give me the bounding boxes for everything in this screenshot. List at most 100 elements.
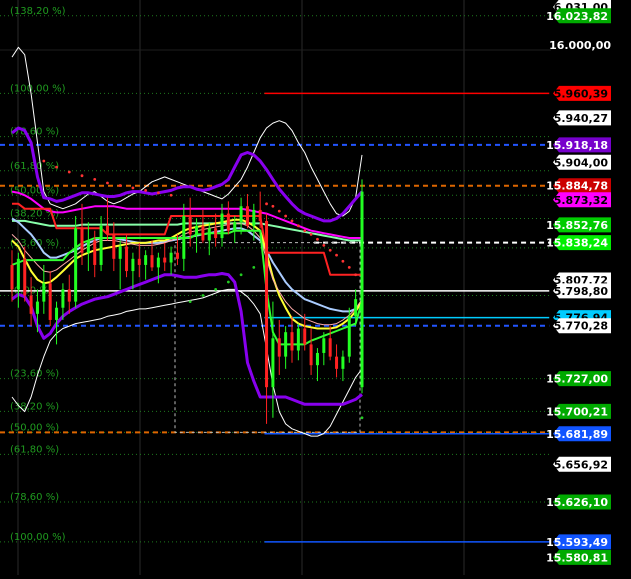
price-tag-label: 15.681,89 bbox=[546, 428, 608, 441]
sar-dot bbox=[265, 202, 268, 206]
candle-body bbox=[35, 301, 39, 314]
sar-dot bbox=[328, 248, 332, 252]
candle-body bbox=[207, 228, 211, 241]
candle-body bbox=[245, 206, 249, 226]
candle-body bbox=[214, 228, 218, 239]
price-tag-label: 15.873,32 bbox=[546, 194, 608, 207]
sar-dot bbox=[55, 165, 58, 169]
sar-dot bbox=[188, 300, 192, 304]
fib-label: (100,00 %) bbox=[10, 83, 66, 94]
candle-body bbox=[42, 283, 46, 302]
candle-body bbox=[105, 225, 109, 235]
price-tag-label: 15.700,21 bbox=[546, 405, 608, 418]
sar-dot bbox=[131, 186, 135, 190]
sar-dot bbox=[118, 184, 122, 187]
candle-body bbox=[258, 209, 262, 221]
fib-label: (38,20 %) bbox=[10, 401, 59, 412]
price-tag-label: 15.838,24 bbox=[546, 237, 608, 250]
sar-dot bbox=[303, 229, 307, 233]
price-tag-label: 15.656,92 bbox=[546, 458, 608, 471]
sar-dot bbox=[354, 273, 358, 277]
candle-body bbox=[150, 255, 154, 268]
candle-body bbox=[10, 264, 14, 290]
price-tag-label: 15.940,27 bbox=[546, 112, 608, 125]
candle-body bbox=[201, 225, 205, 241]
price-tag-label: 15.727,00 bbox=[546, 373, 608, 386]
sar-dot bbox=[239, 273, 243, 277]
candle-body bbox=[277, 338, 281, 357]
price-tag-label: 15.593,49 bbox=[546, 536, 608, 549]
sar-dot bbox=[296, 224, 300, 228]
fib-label: (61,80 %) bbox=[10, 444, 59, 455]
candle-body bbox=[296, 328, 300, 351]
candle-body bbox=[188, 216, 192, 235]
price-tag-label: 15.904,00 bbox=[546, 156, 608, 169]
candle-body bbox=[309, 344, 313, 366]
sar-dot bbox=[106, 181, 109, 185]
sar-dot bbox=[252, 265, 256, 269]
candle-body bbox=[271, 338, 275, 388]
candle-body bbox=[290, 332, 294, 351]
candle-body bbox=[99, 225, 103, 265]
candle-body bbox=[61, 289, 65, 308]
candle-body bbox=[195, 225, 199, 235]
candle-body bbox=[67, 289, 71, 302]
candle-body bbox=[175, 252, 179, 259]
candle-body bbox=[86, 240, 90, 253]
fib-label: (78,60 %) bbox=[10, 492, 59, 503]
price-tag-label: 15.884,78 bbox=[546, 180, 608, 193]
price-tag-label: 15.852,76 bbox=[546, 219, 608, 232]
candle-body bbox=[16, 258, 20, 290]
candle-body bbox=[80, 228, 84, 253]
sar-dot bbox=[360, 416, 364, 420]
candle-body bbox=[303, 328, 307, 345]
axis-tick-label: 16.000,00 bbox=[549, 39, 611, 52]
candle-body bbox=[163, 257, 167, 263]
fib-label: (138,20 %) bbox=[10, 6, 66, 17]
sar-dot bbox=[341, 259, 345, 263]
candle-body bbox=[347, 316, 351, 357]
sar-dot bbox=[309, 232, 313, 236]
candle-body bbox=[23, 258, 27, 296]
price-tag-label: 15.580,81 bbox=[546, 551, 608, 564]
candle-body bbox=[74, 228, 78, 302]
candle-body bbox=[125, 246, 129, 272]
sar-dot bbox=[322, 243, 326, 247]
sar-dot bbox=[93, 177, 97, 181]
fib-label: (50,00 %) bbox=[10, 185, 59, 196]
price-axis: 16.000,0016.031,0016.023,8215.960,3915.9… bbox=[546, 0, 631, 575]
candle-body bbox=[265, 220, 269, 388]
sar-dot bbox=[169, 193, 173, 197]
fib-label: (50,00 %) bbox=[10, 422, 59, 433]
candle-body bbox=[252, 209, 256, 226]
candle-body bbox=[131, 258, 135, 272]
candle-body bbox=[360, 191, 364, 388]
chart: (138,20 %) (100,00 %) (78,60 %) (61,80 %) (5… bbox=[0, 0, 631, 575]
candle-body bbox=[315, 352, 319, 366]
candle-body bbox=[335, 356, 339, 369]
candle-body bbox=[341, 356, 345, 369]
sar-dot bbox=[316, 237, 319, 241]
sar-dot bbox=[284, 214, 288, 218]
fib-label: (23,60 %) bbox=[10, 369, 59, 380]
candle-body bbox=[118, 246, 122, 259]
sar-dot bbox=[271, 204, 275, 208]
fib-label: (100,00 %) bbox=[10, 532, 66, 543]
price-tag-label: 15.798,80 bbox=[546, 285, 608, 298]
candle-body bbox=[55, 307, 59, 320]
candle-body bbox=[156, 257, 160, 268]
sar-dot bbox=[156, 191, 160, 195]
sar-dot bbox=[290, 219, 294, 223]
candle-body bbox=[169, 252, 173, 263]
price-tag-label: 15.960,39 bbox=[546, 87, 608, 100]
sar-dot bbox=[67, 170, 71, 174]
sar-dot bbox=[201, 294, 205, 297]
sar-dot bbox=[226, 280, 230, 284]
candle-body bbox=[112, 234, 116, 259]
sar-dot bbox=[335, 253, 338, 257]
candle-body bbox=[93, 240, 97, 265]
price-tag-label: 15.918,18 bbox=[546, 139, 608, 152]
sar-dot bbox=[144, 188, 148, 192]
sar-dot bbox=[80, 174, 84, 178]
candle-body bbox=[182, 216, 186, 259]
